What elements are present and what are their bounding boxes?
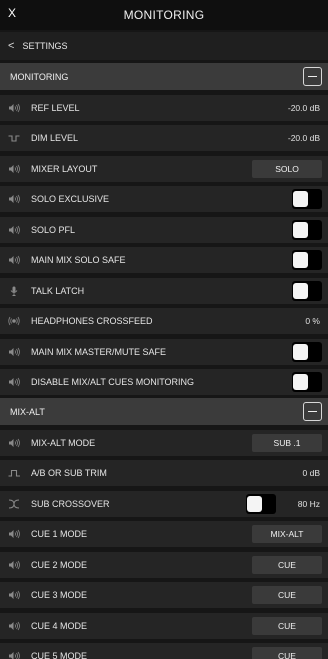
toggle-knob xyxy=(293,221,308,238)
row-label: CUE 1 MODE xyxy=(31,529,88,539)
row-dim-level[interactable]: DIM LEVEL -20.0 dB xyxy=(0,125,328,151)
row-ab-sub-trim[interactable]: A/B OR SUB TRIM 0 dB xyxy=(0,460,328,486)
sub-crossover-toggle[interactable] xyxy=(246,493,276,514)
speaker-icon xyxy=(0,156,28,182)
row-label: SOLO PFL xyxy=(31,224,76,235)
disable-mix-alt-cues-toggle[interactable] xyxy=(292,372,322,392)
dim-level-value[interactable]: -20.0 dB xyxy=(288,133,320,143)
main-mix-solo-safe-toggle[interactable] xyxy=(292,250,322,270)
section-title: MONITORING xyxy=(10,71,69,82)
speaker-icon xyxy=(0,369,28,395)
row-label: MIX-ALT MODE xyxy=(31,437,96,448)
row-label: A/B OR SUB TRIM xyxy=(31,468,107,478)
toggle-knob xyxy=(293,343,308,360)
speaker-icon xyxy=(0,95,28,121)
row-talk-latch: TALK LATCH xyxy=(0,277,328,304)
toggle-knob xyxy=(293,191,308,207)
row-label: DIM LEVEL xyxy=(31,133,79,143)
row-label: CUE 2 MODE xyxy=(31,559,88,570)
row-label: MAIN MIX MASTER/MUTE SAFE xyxy=(31,346,167,357)
toggle-knob xyxy=(293,282,308,299)
row-label: MAIN MIX SOLO SAFE xyxy=(31,255,126,265)
talk-latch-toggle[interactable] xyxy=(292,280,322,301)
mixer-layout-select[interactable]: SOLO xyxy=(252,159,322,178)
speaker-icon xyxy=(0,430,28,456)
headphones-crossfeed-value[interactable]: 0 % xyxy=(305,316,320,326)
speaker-icon xyxy=(0,339,28,365)
row-main-mix-master-mute-safe: MAIN MIX MASTER/MUTE SAFE xyxy=(0,338,328,365)
row-cue3-mode: CUE 3 MODE CUE xyxy=(0,582,328,608)
crossfeed-icon xyxy=(0,308,28,334)
cue1-mode-select[interactable]: MIX-ALT xyxy=(252,525,322,543)
dim-step-icon xyxy=(0,125,28,151)
row-label: CUE 4 MODE xyxy=(31,620,88,631)
speaker-icon xyxy=(0,552,28,578)
cue2-mode-select[interactable]: CUE xyxy=(252,555,322,574)
collapse-monitoring-button[interactable] xyxy=(303,67,322,86)
row-cue5-mode: CUE 5 MODE CUE xyxy=(0,643,328,659)
close-button[interactable]: X xyxy=(8,6,16,20)
chevron-left-icon: < xyxy=(8,40,15,52)
cue3-mode-select[interactable]: CUE xyxy=(252,586,322,604)
solo-pfl-toggle[interactable] xyxy=(292,219,322,240)
section-header-mix-alt[interactable]: MIX-ALT xyxy=(0,398,328,425)
row-cue1-mode: CUE 1 MODE MIX-ALT xyxy=(0,521,328,547)
row-ref-level[interactable]: REF LEVEL -20.0 dB xyxy=(0,94,328,121)
main-mix-master-mute-safe-toggle[interactable] xyxy=(292,341,322,362)
row-disable-mix-alt-cues: DISABLE MIX/ALT CUES MONITORING xyxy=(0,369,328,395)
row-label: SOLO EXCLUSIVE xyxy=(31,194,110,204)
row-label: SUB CROSSOVER xyxy=(31,498,110,509)
collapse-mix-alt-button[interactable] xyxy=(303,402,322,421)
toggle-knob xyxy=(293,374,308,390)
row-label: REF LEVEL xyxy=(31,102,80,113)
speaker-icon xyxy=(0,613,28,639)
monitoring-panel: X MONITORING < SETTINGS MONITORING REF L… xyxy=(0,0,328,659)
speaker-icon xyxy=(0,643,28,659)
row-main-mix-solo-safe: MAIN MIX SOLO SAFE xyxy=(0,247,328,273)
mix-alt-mode-select[interactable]: SUB .1 xyxy=(252,433,322,452)
row-cue4-mode: CUE 4 MODE CUE xyxy=(0,612,328,639)
row-sub-crossover: SUB CROSSOVER 80 Hz xyxy=(0,490,328,517)
microphone-icon xyxy=(0,278,28,304)
row-label: HEADPHONES CROSSFEED xyxy=(31,316,153,326)
cue5-mode-select[interactable]: CUE xyxy=(252,647,322,659)
trim-step-icon xyxy=(0,460,28,486)
ref-level-value[interactable]: -20.0 dB xyxy=(288,103,320,113)
speaker-icon xyxy=(0,217,28,243)
section-title: MIX-ALT xyxy=(10,406,45,417)
toggle-knob xyxy=(247,495,262,512)
speaker-icon xyxy=(0,582,28,608)
toggle-knob xyxy=(293,252,308,268)
page-title: MONITORING xyxy=(123,8,205,22)
speaker-icon xyxy=(0,247,28,273)
row-solo-exclusive: SOLO EXCLUSIVE xyxy=(0,186,328,212)
row-solo-pfl: SOLO PFL xyxy=(0,216,328,243)
row-mix-alt-mode: MIX-ALT MODE SUB .1 xyxy=(0,429,328,456)
crossover-icon xyxy=(0,491,28,517)
row-label: CUE 5 MODE xyxy=(31,651,88,659)
title-bar: X MONITORING xyxy=(0,0,328,30)
back-to-settings-button[interactable]: < SETTINGS xyxy=(0,32,328,60)
row-cue2-mode: CUE 2 MODE CUE xyxy=(0,551,328,578)
row-label: CUE 3 MODE xyxy=(31,590,88,600)
sub-crossover-value[interactable]: 80 Hz xyxy=(298,499,320,509)
row-label: DISABLE MIX/ALT CUES MONITORING xyxy=(31,377,195,387)
row-label: MIXER LAYOUT xyxy=(31,163,98,174)
back-label: SETTINGS xyxy=(22,41,68,51)
speaker-icon xyxy=(0,186,28,212)
row-mixer-layout: MIXER LAYOUT SOLO xyxy=(0,155,328,182)
section-header-monitoring[interactable]: MONITORING xyxy=(0,63,328,90)
solo-exclusive-toggle[interactable] xyxy=(292,189,322,209)
row-label: TALK LATCH xyxy=(31,285,85,296)
cue4-mode-select[interactable]: CUE xyxy=(252,616,322,635)
speaker-icon xyxy=(0,521,28,547)
row-headphones-crossfeed[interactable]: HEADPHONES CROSSFEED 0 % xyxy=(0,308,328,334)
ab-sub-trim-value[interactable]: 0 dB xyxy=(303,468,321,478)
